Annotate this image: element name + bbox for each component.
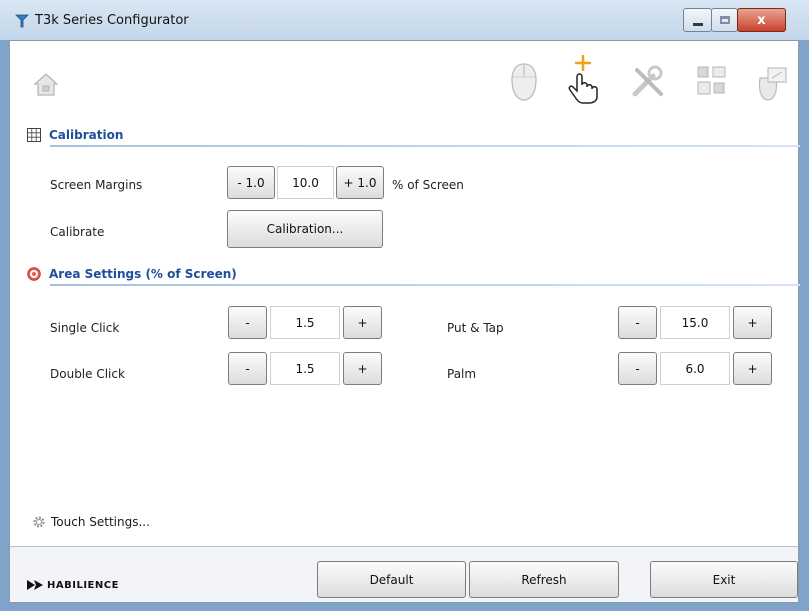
margin-value[interactable]: 10.0	[277, 166, 334, 199]
touch-settings-link[interactable]: Touch Settings...	[32, 515, 150, 529]
calibration-header: Calibration	[27, 125, 123, 145]
touch-settings-label[interactable]: Touch Settings...	[51, 515, 150, 529]
put-tap-value[interactable]: 15.0	[660, 306, 730, 339]
put-tap-decrease-button[interactable]: -	[618, 306, 657, 339]
maximize-icon	[719, 16, 730, 24]
minimize-button[interactable]	[683, 8, 712, 32]
app-icon	[15, 14, 29, 28]
title-bar[interactable]: T3k Series Configurator x	[0, 0, 809, 40]
network-icon[interactable]	[694, 63, 730, 99]
margin-increase-button[interactable]: + 1.0	[336, 166, 384, 199]
app-window: T3k Series Configurator x Calibration Sc…	[0, 0, 809, 611]
single-click-value[interactable]: 1.5	[270, 306, 340, 339]
single-click-increase-button[interactable]: +	[343, 306, 382, 339]
default-button[interactable]: Default	[317, 561, 466, 598]
close-icon: x	[757, 12, 766, 28]
habilience-logo-mark	[27, 580, 43, 590]
put-tap-increase-button[interactable]: +	[733, 306, 772, 339]
margin-decrease-button[interactable]: - 1.0	[227, 166, 275, 199]
refresh-button[interactable]: Refresh	[469, 561, 619, 598]
single-click-label: Single Click	[50, 321, 120, 335]
minimize-icon	[692, 22, 703, 26]
calibration-divider	[50, 145, 800, 147]
palm-decrease-button[interactable]: -	[618, 352, 657, 385]
screen-margins-label: Screen Margins	[50, 178, 143, 192]
habilience-logo: HABILIENCE	[26, 578, 119, 592]
mouse-icon[interactable]	[506, 61, 542, 103]
tools-icon[interactable]	[630, 63, 666, 99]
palm-value[interactable]: 6.0	[660, 352, 730, 385]
window-title: T3k Series Configurator	[35, 13, 189, 28]
close-button[interactable]: x	[737, 8, 786, 32]
calibration-button[interactable]: Calibration...	[227, 210, 383, 248]
palm-label: Palm	[447, 367, 477, 381]
target-icon	[27, 267, 41, 281]
maximize-button[interactable]	[711, 8, 738, 32]
double-click-value[interactable]: 1.5	[270, 352, 340, 385]
margin-unit-label: % of Screen	[392, 178, 464, 192]
palm-increase-button[interactable]: +	[733, 352, 772, 385]
home-icon[interactable]	[32, 71, 60, 97]
toolbar	[10, 41, 798, 121]
double-click-increase-button[interactable]: +	[343, 352, 382, 385]
calibration-title: Calibration	[49, 128, 124, 142]
client-area: Calibration Screen Margins - 1.0 10.0 + …	[9, 40, 800, 603]
put-tap-label: Put & Tap	[447, 321, 504, 335]
footer: HABILIENCE Default Refresh Exit	[10, 547, 798, 602]
hardware-icon[interactable]	[754, 63, 790, 103]
gear-icon	[33, 516, 45, 528]
exit-button[interactable]: Exit	[650, 561, 798, 598]
area-settings-divider	[50, 284, 800, 286]
double-click-label: Double Click	[50, 367, 125, 381]
area-settings-title: Area Settings (% of Screen)	[49, 267, 237, 281]
single-click-decrease-button[interactable]: -	[228, 306, 267, 339]
touch-pointer-icon[interactable]	[563, 53, 603, 105]
area-settings-header: Area Settings (% of Screen)	[27, 264, 237, 284]
calibrate-label: Calibrate	[50, 225, 105, 239]
double-click-decrease-button[interactable]: -	[228, 352, 267, 385]
grid-icon	[27, 128, 41, 142]
